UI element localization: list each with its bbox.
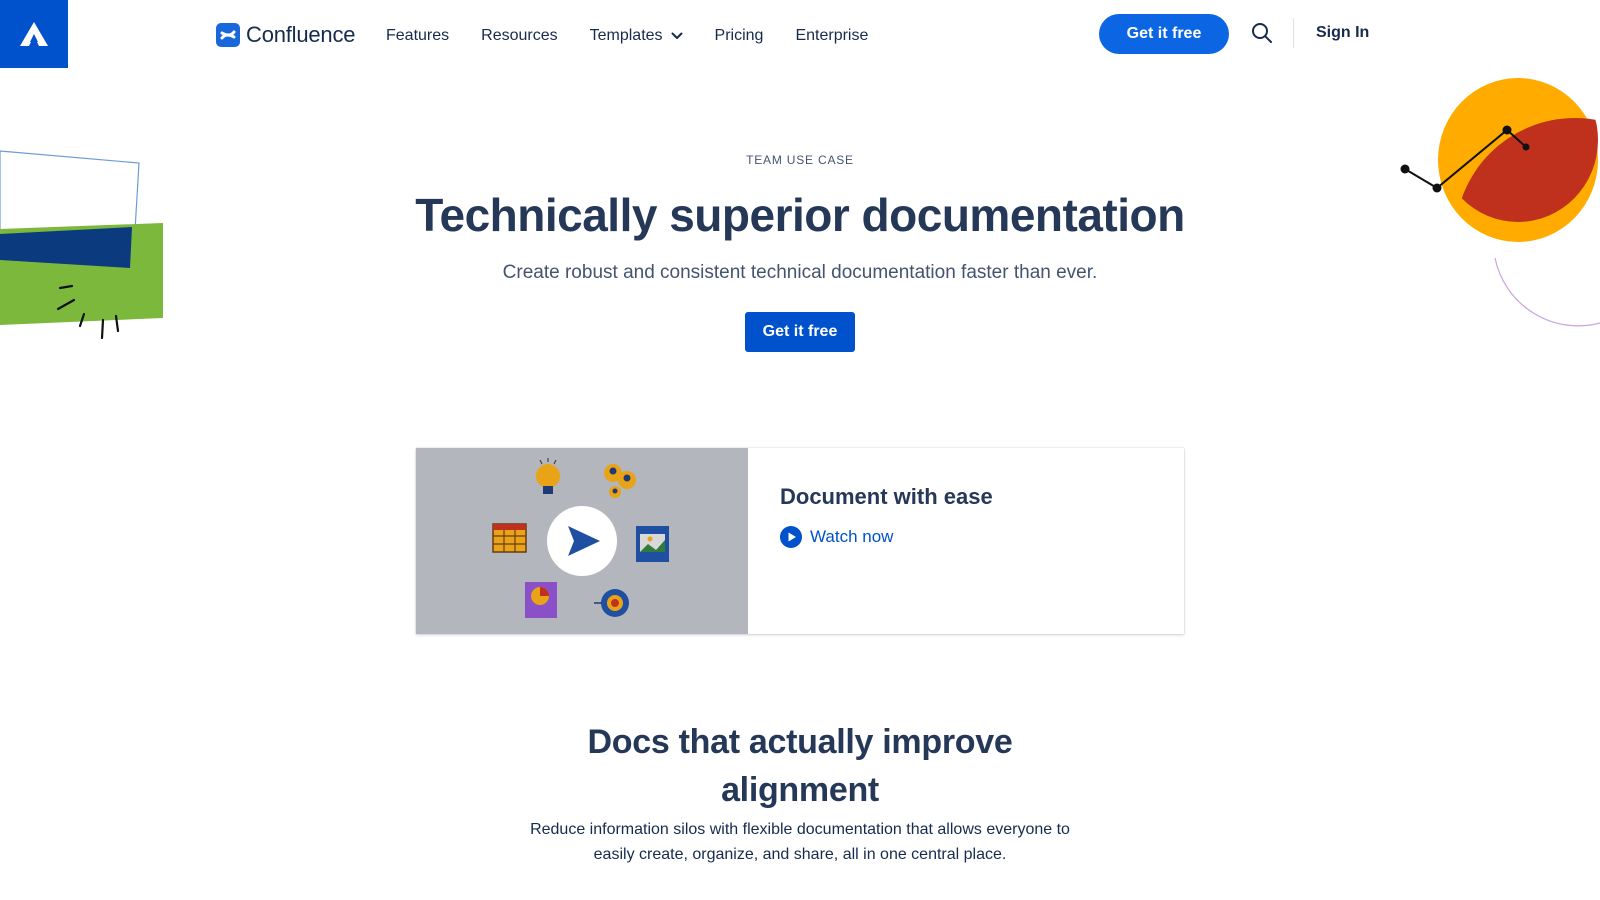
- chevron-down-icon: [671, 32, 683, 39]
- hero-left-illustration: [0, 150, 163, 340]
- search-icon[interactable]: [1251, 22, 1275, 46]
- watch-now-label: Watch now: [810, 527, 894, 546]
- nav-item-label: Pricing: [714, 27, 764, 44]
- video-thumbnail[interactable]: [416, 448, 748, 634]
- nav-item-pricing[interactable]: Pricing: [715, 24, 764, 48]
- nav-item-label: Enterprise: [795, 27, 869, 44]
- video-illustration: [492, 458, 669, 618]
- confluence-brand-link[interactable]: Confluence: [216, 20, 356, 50]
- hero-subtitle: Create robust and consistent technical d…: [502, 262, 1098, 283]
- play-circle-icon: [780, 526, 802, 548]
- play-icon[interactable]: [547, 506, 617, 576]
- nav-item-features[interactable]: Features: [386, 24, 449, 48]
- video-card: Document with ease Watch now: [416, 448, 1184, 634]
- confluence-logo-icon: [216, 23, 240, 47]
- hero-eyebrow: TEAM USE CASE: [746, 153, 854, 167]
- nav-item-enterprise[interactable]: Enterprise: [795, 24, 868, 48]
- nav-item-templates[interactable]: Templates: [590, 24, 683, 48]
- watch-now-link[interactable]: Watch now: [780, 526, 993, 548]
- get-it-free-header-button[interactable]: Get it free: [1099, 14, 1229, 54]
- brand-name: Confluence: [246, 22, 356, 47]
- nav-item-label: Templates: [589, 27, 663, 44]
- atlassian-logo-icon[interactable]: [0, 0, 68, 68]
- video-card-body: Document with ease Watch now: [748, 448, 1025, 634]
- get-it-free-hero-button[interactable]: Get it free: [745, 312, 855, 352]
- page-title: Technically superior documentation: [415, 189, 1185, 241]
- sign-in-link[interactable]: Sign In: [1316, 24, 1369, 42]
- section-title: Docs that actually improve alignment: [587, 723, 1013, 809]
- section-subtitle: Reduce information silos with flexible d…: [530, 821, 1070, 863]
- nav-item-label: Features: [386, 27, 450, 44]
- primary-nav: Features Resources Templates Pricing Ent…: [386, 24, 900, 48]
- nav-item-resources[interactable]: Resources: [481, 24, 557, 48]
- nav-divider: [1293, 18, 1294, 48]
- video-card-title: Document with ease: [780, 484, 993, 509]
- nav-item-label: Resources: [481, 27, 558, 44]
